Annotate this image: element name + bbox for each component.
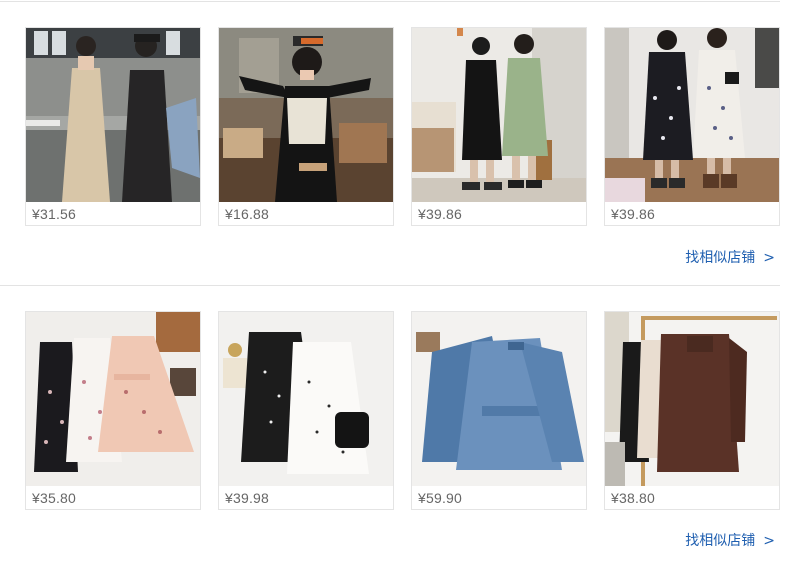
product-card[interactable]: ¥16.88 (218, 27, 394, 226)
product-card[interactable]: ¥39.86 (411, 27, 587, 226)
product-card[interactable]: ¥39.86 (604, 27, 780, 226)
find-similar-shops-label: 找相似店铺 (685, 533, 756, 549)
product-grid: ¥35.80 ¥39.98 ¥59.90 ¥38.80 (25, 311, 785, 511)
product-card[interactable]: ¥38.80 (604, 311, 780, 510)
product-image[interactable] (412, 28, 586, 202)
product-section-2: ¥35.80 ¥39.98 ¥59.90 ¥38.80 (25, 311, 785, 511)
product-grid: ¥31.56 ¥16.88 ¥39.86 ¥39.86 (25, 27, 785, 227)
product-image[interactable] (26, 28, 200, 202)
product-image[interactable] (26, 312, 200, 486)
section-divider (0, 285, 780, 286)
product-price: ¥38.80 (611, 490, 656, 506)
product-card[interactable]: ¥39.98 (218, 311, 394, 510)
find-similar-shops-link[interactable]: 找相似店铺 > (685, 530, 775, 550)
product-price: ¥31.56 (32, 206, 77, 222)
product-price: ¥35.80 (32, 490, 77, 506)
product-image[interactable] (412, 312, 586, 486)
find-similar-shops-link[interactable]: 找相似店铺 > (685, 247, 775, 267)
product-card[interactable]: ¥35.80 (25, 311, 201, 510)
product-price: ¥39.86 (611, 206, 656, 222)
find-similar-shops-label: 找相似店铺 (685, 250, 756, 266)
product-section-1: ¥31.56 ¥16.88 ¥39.86 ¥39.86 (25, 27, 785, 227)
product-card[interactable]: ¥31.56 (25, 27, 201, 226)
product-image[interactable] (219, 312, 393, 486)
product-price: ¥16.88 (225, 206, 270, 222)
product-price: ¥59.90 (418, 490, 463, 506)
product-price: ¥39.86 (418, 206, 463, 222)
top-divider (0, 1, 780, 2)
product-card[interactable]: ¥59.90 (411, 311, 587, 510)
product-image[interactable] (605, 28, 779, 202)
product-image[interactable] (605, 312, 779, 486)
product-price: ¥39.98 (225, 490, 270, 506)
chevron-right-icon: > (763, 250, 775, 266)
chevron-right-icon: > (763, 533, 775, 549)
product-image[interactable] (219, 28, 393, 202)
